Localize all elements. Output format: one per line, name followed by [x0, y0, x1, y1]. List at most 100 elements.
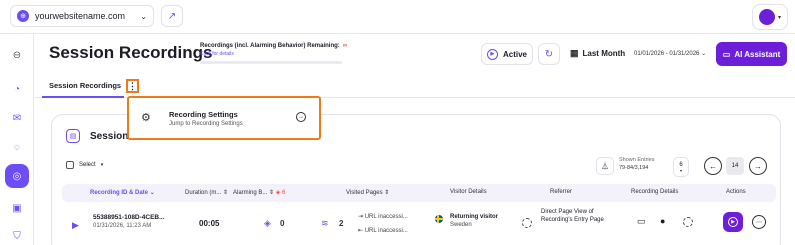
quota-label: Recordings (incl. Alarming Behavior) Rem…: [200, 43, 340, 49]
recording-settings-menu-item[interactable]: ⚙ Recording Settings Jump to Recording S…: [127, 96, 321, 140]
date-range: 01/01/2026 - 01/31/2026: [634, 51, 700, 57]
next-page-button[interactable]: →: [749, 157, 767, 175]
ai-assistant-button[interactable]: ▭ AI Assistant: [716, 42, 787, 66]
session-recordings-icon: ◎: [12, 170, 22, 182]
ai-assistant-label: AI Assistant: [734, 49, 781, 59]
sweden-flag-icon: [435, 215, 443, 223]
sidebar-item-feedback[interactable]: ▣: [7, 198, 27, 218]
chevron-down-icon: ▾: [777, 14, 781, 21]
select-all[interactable]: Select ▾: [66, 161, 103, 169]
column-duration[interactable]: Duration (m... ⇕: [185, 189, 228, 196]
alarming-tag-icon: ◈: [264, 218, 271, 228]
sidebar-item-security[interactable]: ⛉: [7, 226, 27, 245]
alarming-count: 0: [280, 219, 285, 228]
filter-button[interactable]: ⏃: [596, 157, 614, 175]
visitor-country: Sweden: [450, 222, 472, 228]
column-recording-details: Recording Details: [631, 189, 679, 195]
quota-details-link[interactable]: Click for details: [200, 51, 380, 57]
select-all-checkbox[interactable]: [66, 161, 74, 169]
column-visited-pages[interactable]: Visited Pages ⇕: [346, 189, 389, 196]
apple-icon: ●: [660, 216, 666, 226]
alarming-count: 6: [282, 190, 286, 196]
active-tab-indicator: [42, 96, 124, 98]
website-selector[interactable]: ⊕ yourwebsitename.com ⌄: [10, 5, 154, 27]
table-row[interactable]: ▶ 55388951-108D-4CEB... 01/31/2026, 11:2…: [62, 207, 776, 245]
tab-session-recordings[interactable]: Session Recordings: [49, 81, 121, 90]
calendar-icon: ▦: [570, 48, 579, 58]
alarm-tag-icon: ◈: [275, 190, 281, 196]
visited-pages-list: ⇥ URL inaccessi... ⇤ URL inaccessi...: [358, 210, 408, 238]
visitor-type: Returning visitor: [450, 214, 499, 220]
visitor-details: Returning visitor Sweden: [450, 214, 498, 228]
layers-icon: ≋: [321, 218, 329, 228]
arrow-left-icon: ←: [709, 161, 717, 171]
chevron-down-icon: ⌄: [701, 51, 707, 57]
previous-page-button[interactable]: ←: [704, 157, 722, 175]
chart-pie-icon: ◔: [13, 83, 21, 95]
tab-bar: Session Recordings ⋮: [34, 78, 795, 98]
sidebar-item-inbox[interactable]: ✉: [7, 108, 27, 128]
visited-pages-count: 2: [339, 219, 344, 228]
ai-chat-icon: ▭: [722, 49, 731, 59]
quota-value: ∞: [342, 43, 348, 49]
column-recording-id[interactable]: Recording ID & Date ⌄: [90, 189, 155, 196]
refresh-icon: ↻: [544, 48, 554, 60]
chevron-down-icon: ⌄: [149, 190, 155, 196]
video-icon: ▶: [72, 220, 79, 230]
kebab-menu-icon: ⋮: [128, 80, 137, 91]
date-range-selector[interactable]: 01/01/2026 - 01/31/2026 ⌄: [634, 50, 706, 57]
gear-icon: ⚙: [141, 112, 151, 124]
sort-icon: ⇕: [223, 190, 229, 196]
chevron-down-icon: ⌄: [140, 11, 147, 21]
recording-date: 01/31/2026, 11:23 AM: [93, 223, 152, 229]
filter-icon: ⏃: [601, 161, 609, 171]
external-link-icon: ↗: [167, 10, 177, 22]
sidebar-item-dashboard[interactable]: ◔: [7, 79, 27, 99]
refresh-button[interactable]: ↻: [538, 43, 560, 65]
period-label: Last Month: [582, 49, 626, 58]
globe-icon: ⊕: [17, 10, 29, 22]
recordings-icon: ▤: [66, 129, 80, 143]
page-number[interactable]: 14: [726, 157, 744, 175]
arrow-right-icon: →: [754, 161, 762, 171]
sidebar-collapse-button[interactable]: ⊖: [7, 45, 27, 65]
desktop-icon: ▭: [637, 216, 646, 226]
referrer-icon: [522, 218, 532, 228]
entries-per-page-select[interactable]: 6 ▾: [673, 157, 689, 177]
column-visitor-details: Visitor Details: [450, 189, 487, 195]
sort-icon: ⇕: [384, 190, 390, 196]
shield-icon: ⛉: [13, 230, 21, 242]
column-alarming-behavior[interactable]: Alarming B... ⇕ ◈ 6: [233, 189, 285, 196]
more-icon: ⋯: [752, 215, 766, 229]
user-menu-button[interactable]: ▾: [752, 4, 788, 30]
shown-entries: Shown Entries 79-84/3,194: [619, 156, 654, 172]
select-label: Select: [79, 162, 96, 168]
play-recording-button[interactable]: ▶: [723, 212, 743, 232]
column-referrer: Referrer: [550, 189, 573, 195]
sidebar-item-session-recordings[interactable]: ◎: [5, 164, 29, 188]
inbox-icon: ✉: [12, 112, 22, 124]
active-status-button[interactable]: ▶ Active: [481, 43, 533, 65]
spiral-icon: ◌: [14, 141, 20, 153]
arrow-right-icon: →: [296, 112, 306, 122]
period-selector[interactable]: ▦ Last Month: [570, 48, 625, 59]
recordings-quota: Recordings (incl. Alarming Behavior) Rem…: [200, 43, 380, 64]
quota-progress-bar: [200, 61, 342, 64]
chevron-down-icon: ▾: [679, 167, 682, 173]
chevron-down-icon: ▾: [100, 162, 104, 168]
recording-id-cell: 55388951-108D-4CEB... 01/31/2026, 11:23 …: [93, 214, 165, 229]
more-actions-button[interactable]: ⋯: [752, 215, 766, 229]
direct-traffic-icon: [522, 218, 532, 228]
column-actions: Actions: [726, 189, 746, 195]
exit-page-icon: ⇤: [358, 228, 364, 234]
play-icon: ▶: [728, 217, 738, 227]
collapse-icon: ⊖: [12, 49, 22, 61]
sidebar-item-behavior[interactable]: ◌: [7, 137, 27, 157]
visited-page-1[interactable]: URL inaccessi...: [365, 214, 408, 220]
menu-item-subtitle: Jump to Recording Settings: [169, 121, 243, 127]
tab-menu-button[interactable]: ⋮: [126, 79, 139, 93]
visited-page-2[interactable]: URL inaccessi...: [365, 228, 408, 234]
external-link-button[interactable]: ↗: [161, 5, 183, 27]
avatar: [758, 9, 775, 25]
sort-icon: ⇕: [269, 190, 275, 196]
